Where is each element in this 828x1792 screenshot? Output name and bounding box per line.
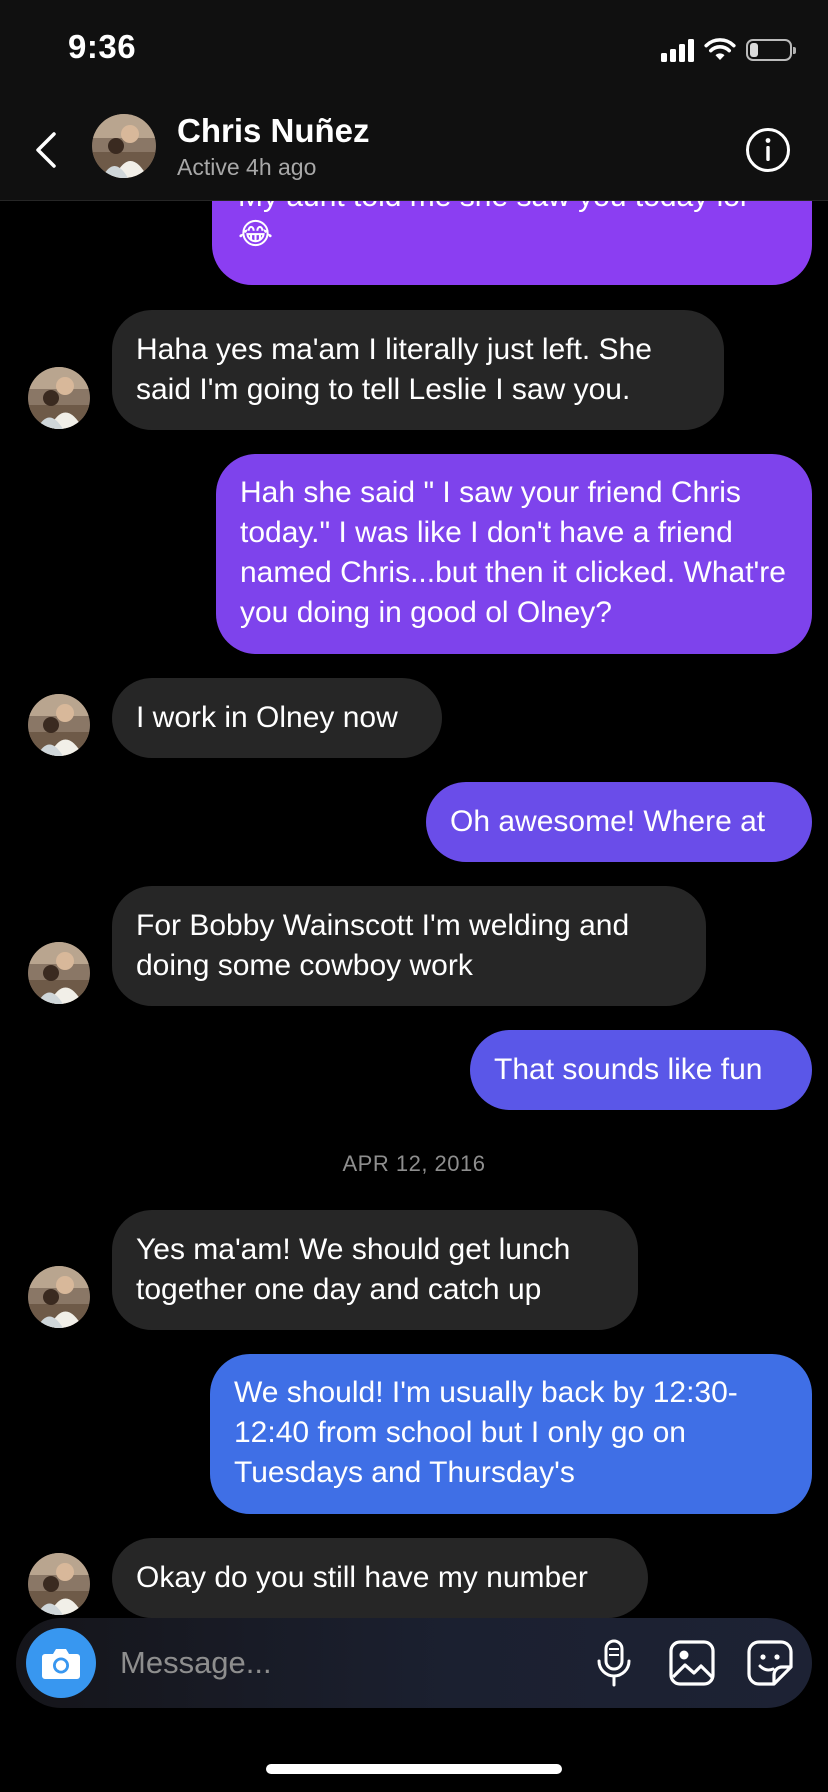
outgoing-message[interactable]: We should! I'm usually back by 12:30-12:… bbox=[210, 1354, 812, 1514]
sender-avatar[interactable] bbox=[28, 1266, 90, 1328]
chat-header: Chris Nuñez Active 4h ago bbox=[0, 100, 828, 201]
message-thread[interactable]: My aunt told me she saw you today lol 😂 … bbox=[0, 201, 828, 1618]
incoming-message[interactable]: Okay do you still have my number bbox=[112, 1538, 648, 1618]
home-indicator[interactable] bbox=[266, 1764, 562, 1774]
gallery-icon bbox=[669, 1640, 715, 1686]
incoming-message[interactable]: Haha yes ma'am I literally just left. Sh… bbox=[112, 310, 724, 430]
status-icons bbox=[661, 36, 796, 64]
sender-avatar[interactable] bbox=[28, 367, 90, 429]
sticker-button[interactable] bbox=[743, 1636, 797, 1690]
contact-avatar[interactable] bbox=[92, 114, 156, 178]
active-status: Active 4h ago bbox=[177, 154, 317, 180]
camera-icon bbox=[42, 1649, 80, 1679]
camera-button[interactable] bbox=[26, 1628, 96, 1698]
message-composer bbox=[16, 1618, 812, 1708]
outgoing-message[interactable]: Oh awesome! Where at bbox=[426, 782, 812, 862]
chevron-left-icon bbox=[36, 132, 56, 168]
sender-avatar[interactable] bbox=[28, 942, 90, 1004]
date-separator: APR 12, 2016 bbox=[342, 1151, 486, 1176]
sticker-icon bbox=[747, 1640, 793, 1686]
incoming-message[interactable]: I work in Olney now bbox=[112, 678, 442, 758]
outgoing-message[interactable]: That sounds like fun bbox=[470, 1030, 812, 1110]
battery-icon bbox=[746, 39, 796, 61]
gallery-button[interactable] bbox=[665, 1636, 719, 1690]
info-button[interactable] bbox=[744, 126, 792, 174]
sender-avatar[interactable] bbox=[28, 694, 90, 756]
outgoing-message[interactable]: Hah she said " I saw your friend Chris t… bbox=[216, 454, 812, 654]
back-button[interactable] bbox=[26, 124, 66, 176]
incoming-message[interactable]: For Bobby Wainscott I'm welding and doin… bbox=[112, 886, 706, 1006]
status-time: 9:36 bbox=[68, 28, 137, 65]
message-input[interactable] bbox=[120, 1640, 480, 1686]
cellular-signal-icon bbox=[661, 38, 694, 62]
microphone-icon bbox=[597, 1639, 631, 1687]
status-bar: 9:36 bbox=[0, 0, 828, 100]
contact-name[interactable]: Chris Nuñez bbox=[177, 112, 370, 150]
sender-avatar[interactable] bbox=[28, 1553, 90, 1615]
wifi-icon bbox=[704, 38, 736, 60]
battery-level bbox=[750, 43, 758, 57]
outgoing-message[interactable]: My aunt told me she saw you today lol 😂 bbox=[212, 201, 812, 285]
voice-message-button[interactable] bbox=[587, 1636, 641, 1690]
incoming-message[interactable]: Yes ma'am! We should get lunch together … bbox=[112, 1210, 638, 1330]
